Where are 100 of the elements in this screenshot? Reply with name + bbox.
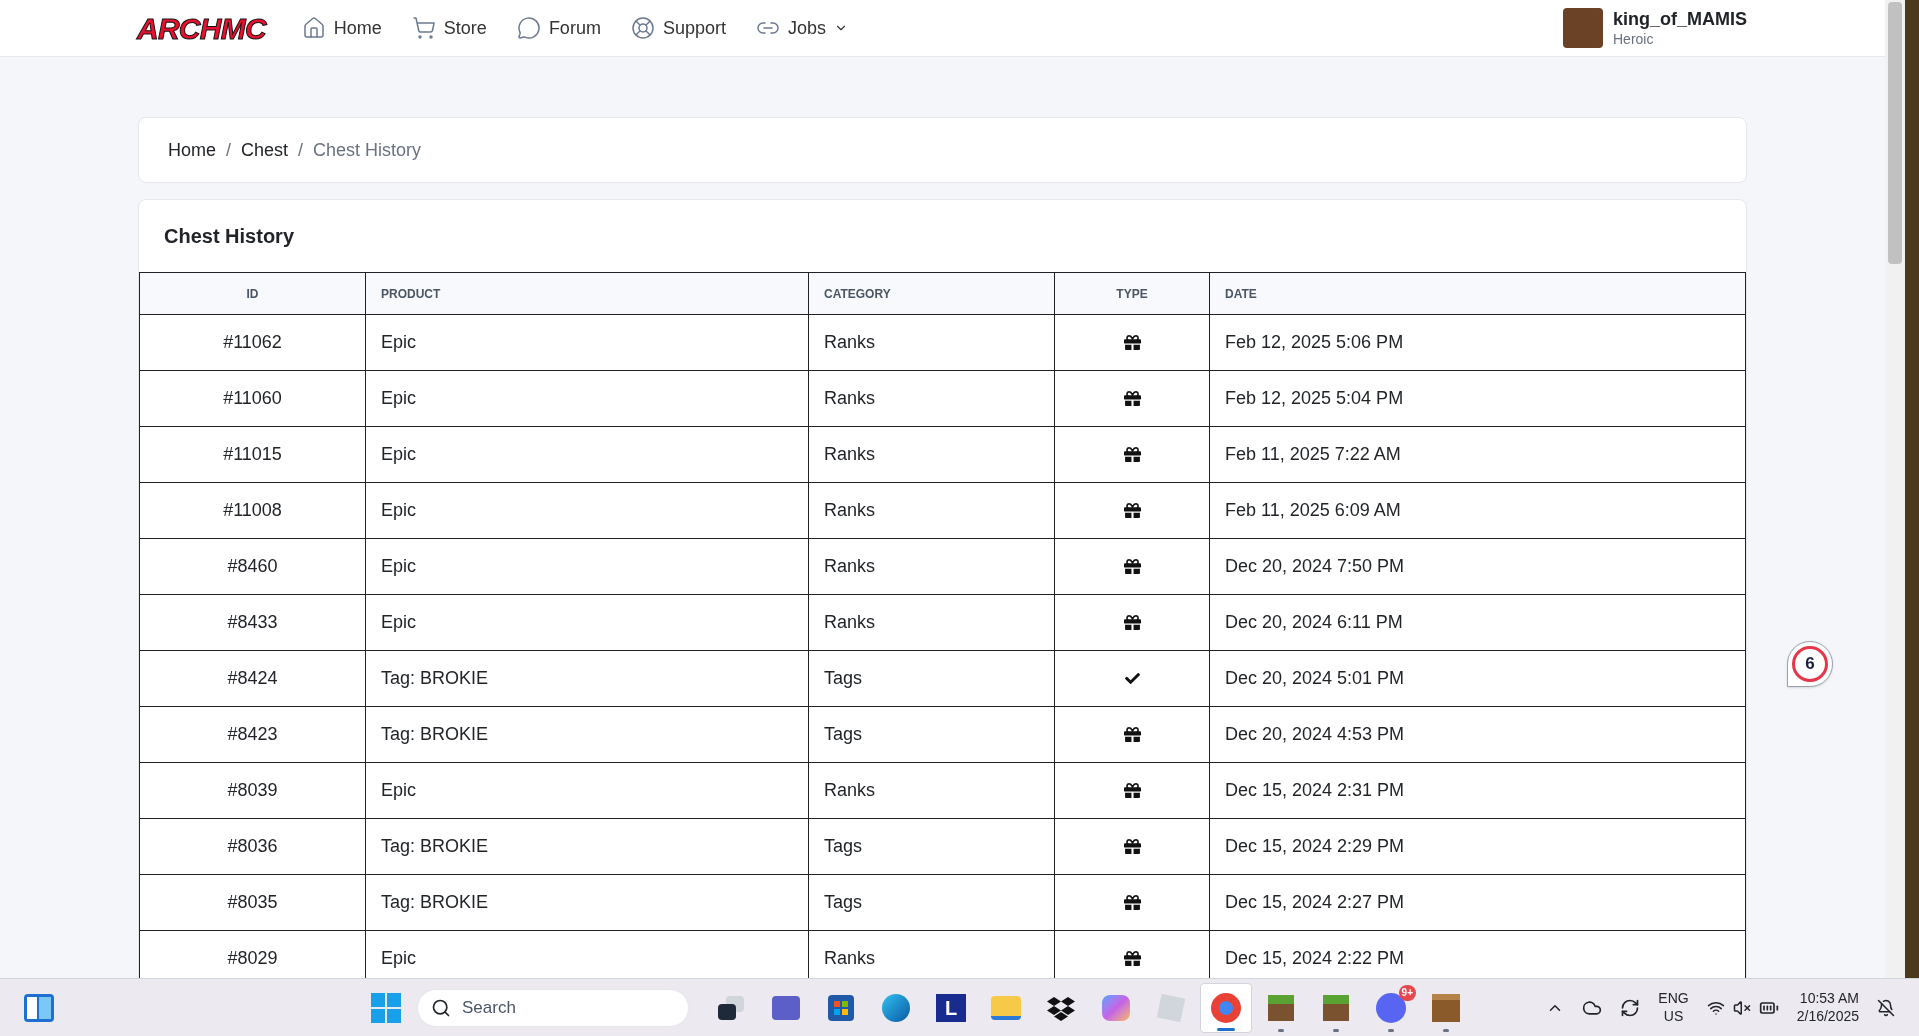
table-cell: Epic bbox=[365, 314, 809, 371]
breadcrumb-link[interactable]: Chest bbox=[241, 136, 289, 164]
table-cell: #8423 bbox=[139, 706, 366, 763]
gift-icon bbox=[1123, 614, 1141, 631]
chat-icon bbox=[516, 16, 541, 40]
gift-icon bbox=[1123, 390, 1141, 407]
table-cell: Dec 20, 2024 4:53 PM bbox=[1209, 706, 1746, 763]
table-cell: Dec 20, 2024 7:50 PM bbox=[1209, 538, 1746, 595]
table-cell: Dec 20, 2024 6:11 PM bbox=[1209, 594, 1746, 651]
site-logo[interactable]: ARCHMC bbox=[137, 5, 266, 51]
sync-icon[interactable] bbox=[1620, 997, 1641, 1018]
tilted-square-icon bbox=[1156, 993, 1186, 1022]
table-cell: Ranks bbox=[808, 594, 1055, 651]
search-field[interactable]: Search bbox=[417, 988, 689, 1027]
taskbar-app[interactable]: L bbox=[925, 982, 977, 1033]
user-rank: Heroic bbox=[1613, 30, 1655, 48]
taskbar-app[interactable]: 9+ bbox=[1365, 982, 1417, 1033]
start-icon[interactable] bbox=[371, 992, 401, 1023]
table-cell: Ranks bbox=[808, 762, 1055, 819]
table-cell: Epic bbox=[365, 594, 809, 651]
column-header: DATE bbox=[1209, 272, 1746, 315]
table-cell: Dec 15, 2024 2:29 PM bbox=[1209, 818, 1746, 875]
table-cell: Feb 11, 2025 6:09 AM bbox=[1209, 482, 1746, 539]
grass-block-icon bbox=[1323, 994, 1349, 1021]
breadcrumb-link[interactable]: Chest History bbox=[313, 136, 422, 164]
table-cell: Feb 12, 2025 5:04 PM bbox=[1209, 370, 1746, 427]
breadcrumb-separator: / bbox=[226, 138, 232, 162]
language-indicator[interactable]: ENG bbox=[1658, 990, 1689, 1008]
gift-icon bbox=[1123, 334, 1141, 351]
table-cell: Dec 20, 2024 5:01 PM bbox=[1209, 650, 1746, 707]
card-title: Chest History bbox=[163, 224, 296, 249]
column-header: TYPE bbox=[1054, 272, 1210, 315]
table-cell: Epic bbox=[365, 426, 809, 483]
nav-link[interactable]: Store bbox=[411, 14, 487, 42]
home-icon bbox=[301, 16, 326, 40]
table-cell: #8424 bbox=[139, 650, 366, 707]
gift-icon bbox=[1123, 950, 1141, 967]
table-cell: Epic bbox=[365, 370, 809, 427]
table-cell: #8039 bbox=[139, 762, 366, 819]
table-cell: Ranks bbox=[808, 426, 1055, 483]
nav-link[interactable]: Support bbox=[630, 14, 726, 42]
crafting-table-icon bbox=[1432, 993, 1460, 1022]
table-cell: #8460 bbox=[139, 538, 366, 595]
cart-icon bbox=[411, 16, 436, 40]
table-cell: #11062 bbox=[139, 314, 366, 371]
table-cell: Tags bbox=[808, 818, 1055, 875]
table-cell: #11015 bbox=[139, 426, 366, 483]
clock-time[interactable]: 10:53 AM bbox=[1799, 990, 1859, 1008]
column-header: ID bbox=[139, 272, 366, 315]
table-cell: Dec 15, 2024 2:27 PM bbox=[1209, 874, 1746, 931]
gift-icon bbox=[1123, 558, 1141, 575]
notification-bell-icon[interactable] bbox=[1877, 998, 1895, 1017]
scrollbar[interactable] bbox=[1885, 0, 1905, 978]
window-stack-icon bbox=[718, 995, 744, 1020]
checkmark-icon bbox=[1124, 671, 1140, 686]
table-cell: Ranks bbox=[808, 482, 1055, 539]
nav-link[interactable]: Forum bbox=[516, 14, 601, 42]
support-icon bbox=[630, 16, 655, 40]
gift-icon bbox=[1123, 726, 1141, 743]
table-cell: Feb 12, 2025 5:06 PM bbox=[1209, 314, 1746, 371]
table-cell: Tags bbox=[808, 706, 1055, 763]
column-header: PRODUCT bbox=[365, 272, 809, 315]
gift-icon bbox=[1123, 502, 1141, 519]
table-cell: #8036 bbox=[139, 818, 366, 875]
region-indicator[interactable]: US bbox=[1663, 1007, 1684, 1025]
table-cell: #11060 bbox=[139, 370, 366, 427]
table-cell: #8035 bbox=[139, 874, 366, 931]
nav-link[interactable]: Jobs bbox=[755, 14, 848, 42]
gift-icon bbox=[1123, 838, 1141, 855]
table-cell: Dec 15, 2024 2:31 PM bbox=[1209, 762, 1746, 819]
username[interactable]: king_of_MAMIS bbox=[1613, 8, 1747, 31]
muted-speaker-icon[interactable] bbox=[1732, 998, 1751, 1017]
table-cell: Tag: BROKIE bbox=[365, 818, 809, 875]
table-cell: Tag: BROKIE bbox=[365, 706, 809, 763]
table-cell: Ranks bbox=[808, 314, 1055, 371]
table-cell: Tag: BROKIE bbox=[365, 650, 809, 707]
table-cell: Epic bbox=[365, 538, 809, 595]
letter-app-icon[interactable]: L bbox=[936, 993, 966, 1022]
table-cell: Tags bbox=[808, 874, 1055, 931]
notification-count: 9+ bbox=[1398, 984, 1416, 1001]
table-cell: Ranks bbox=[808, 370, 1055, 427]
nav-link[interactable]: Home bbox=[301, 14, 382, 42]
widgets-icon[interactable] bbox=[24, 993, 54, 1022]
table-cell: Tag: BROKIE bbox=[365, 874, 809, 931]
table-cell: Feb 11, 2025 7:22 AM bbox=[1209, 426, 1746, 483]
grass-block-icon bbox=[1268, 994, 1294, 1021]
table-cell: Epic bbox=[365, 762, 809, 819]
clock-date[interactable]: 2/16/2025 bbox=[1796, 1007, 1859, 1025]
column-header: CATEGORY bbox=[808, 272, 1055, 315]
search-icon bbox=[431, 997, 451, 1018]
gift-icon bbox=[1123, 894, 1141, 911]
table-cell: Tags bbox=[808, 650, 1055, 707]
breadcrumb-separator: / bbox=[298, 138, 304, 162]
gift-icon bbox=[1123, 446, 1141, 463]
table-cell: Epic bbox=[365, 482, 809, 539]
folder-icon bbox=[991, 995, 1021, 1020]
table-cell: #11008 bbox=[139, 482, 366, 539]
breadcrumb-link[interactable]: Home bbox=[168, 136, 216, 164]
gift-icon bbox=[1123, 782, 1141, 799]
table-cell: #8433 bbox=[139, 594, 366, 651]
